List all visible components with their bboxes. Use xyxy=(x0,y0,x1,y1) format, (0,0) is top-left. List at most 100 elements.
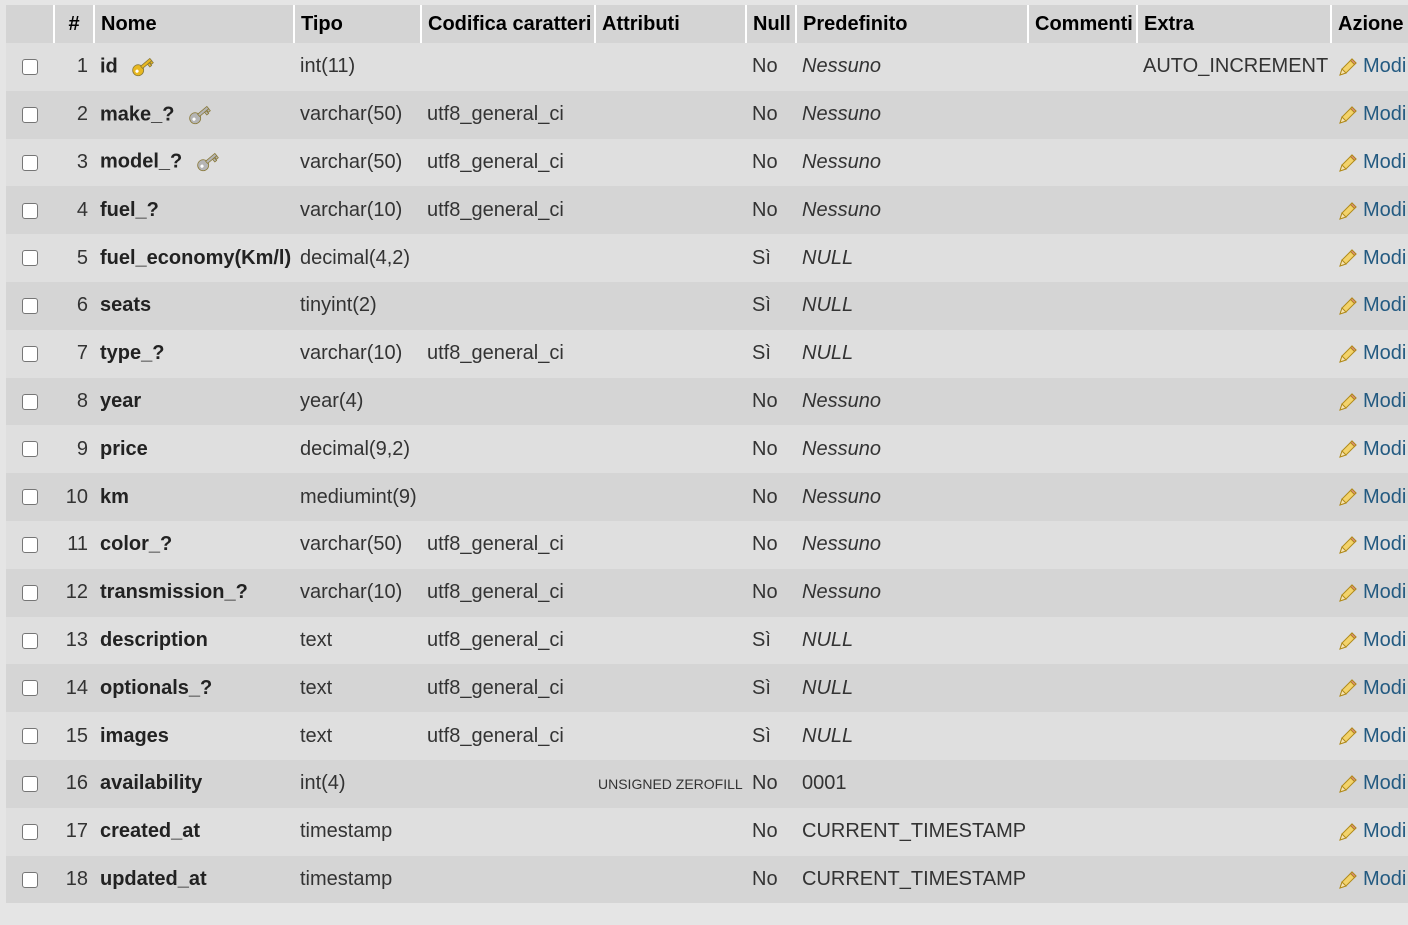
column-type: varchar(50) xyxy=(294,520,421,569)
modify-link[interactable]: Modi xyxy=(1337,533,1406,555)
header-comments[interactable]: Commenti xyxy=(1028,5,1138,43)
modify-label: Modi xyxy=(1363,628,1407,651)
column-null: Sì xyxy=(746,616,796,665)
modify-label: Modi xyxy=(1363,676,1407,699)
table-row: 3 model_? varchar(50) utf8_general_ci No… xyxy=(6,138,1408,187)
index-key-icon xyxy=(189,105,211,124)
column-collation xyxy=(421,807,595,856)
row-checkbox[interactable] xyxy=(22,632,38,649)
column-null: No xyxy=(746,425,796,474)
modify-label: Modi xyxy=(1363,820,1407,843)
column-collation xyxy=(421,377,595,426)
row-select-cell xyxy=(6,473,54,521)
row-checkbox[interactable] xyxy=(22,441,38,458)
column-name-cell: transmission_? xyxy=(94,568,294,617)
modify-link[interactable]: Modi xyxy=(1337,294,1406,316)
row-number: 7 xyxy=(54,329,94,378)
modify-link[interactable]: Modi xyxy=(1337,677,1406,699)
row-checkbox[interactable] xyxy=(22,393,38,410)
row-checkbox[interactable] xyxy=(22,202,38,219)
header-type[interactable]: Tipo xyxy=(294,5,422,43)
row-checkbox[interactable] xyxy=(22,537,38,554)
column-extra xyxy=(1137,616,1331,665)
row-number: 10 xyxy=(54,473,94,521)
column-attributes xyxy=(595,520,746,569)
column-null: No xyxy=(746,473,796,521)
column-null: No xyxy=(746,568,796,617)
modify-link[interactable]: Modi xyxy=(1337,868,1406,890)
row-number: 11 xyxy=(54,520,94,569)
modify-link[interactable]: Modi xyxy=(1337,772,1406,794)
column-name: fuel_economy(Km/l) xyxy=(100,246,292,269)
table-row: 18 updated_at timestamp No CURRENT_TIMES… xyxy=(6,855,1408,904)
column-default: Nessuno xyxy=(796,520,1028,569)
modify-link[interactable]: Modi xyxy=(1337,199,1406,221)
modify-link[interactable]: Modi xyxy=(1337,438,1406,460)
row-number: 4 xyxy=(54,186,94,235)
row-checkbox[interactable] xyxy=(22,489,38,506)
column-type: decimal(4,2) xyxy=(294,234,421,282)
column-extra xyxy=(1137,520,1331,569)
column-name-cell: availability xyxy=(94,759,294,808)
row-select-cell xyxy=(6,329,54,378)
column-name: fuel_? xyxy=(100,198,159,221)
column-type: text xyxy=(294,616,421,665)
modify-link[interactable]: Modi xyxy=(1337,820,1406,842)
header-null[interactable]: Null xyxy=(746,5,797,43)
header-attributes[interactable]: Attributi xyxy=(595,5,747,43)
pencil-icon xyxy=(1339,488,1357,507)
row-checkbox[interactable] xyxy=(22,154,38,171)
modify-link[interactable]: Modi xyxy=(1337,629,1406,651)
modify-link[interactable]: Modi xyxy=(1337,342,1406,364)
modify-link[interactable]: Modi xyxy=(1337,151,1406,173)
modify-link[interactable]: Modi xyxy=(1337,725,1406,747)
primary-key-icon xyxy=(132,57,155,77)
column-attributes xyxy=(595,329,746,378)
row-select-cell xyxy=(6,377,54,426)
row-checkbox[interactable] xyxy=(22,728,38,745)
column-default: Nessuno xyxy=(796,473,1028,521)
column-comments xyxy=(1028,281,1137,330)
column-type: timestamp xyxy=(294,807,421,856)
column-default: NULL xyxy=(796,712,1028,760)
column-default: Nessuno xyxy=(796,377,1028,426)
header-number[interactable]: # xyxy=(54,5,95,43)
column-name: optionals_? xyxy=(100,676,213,699)
row-select-cell xyxy=(6,664,54,713)
row-checkbox[interactable] xyxy=(22,106,38,123)
modify-link[interactable]: Modi xyxy=(1337,581,1406,603)
row-checkbox[interactable] xyxy=(22,345,38,362)
row-checkbox[interactable] xyxy=(22,776,38,793)
row-checkbox[interactable] xyxy=(22,298,38,315)
row-checkbox[interactable] xyxy=(22,823,38,840)
column-default: Nessuno xyxy=(796,186,1028,235)
action-cell: Modi xyxy=(1331,712,1408,760)
modify-link[interactable]: Modi xyxy=(1337,55,1406,77)
column-name: created_at xyxy=(100,820,201,843)
modify-link[interactable]: Modi xyxy=(1337,390,1406,412)
row-checkbox[interactable] xyxy=(22,584,38,601)
column-name: images xyxy=(100,724,169,747)
column-name: color_? xyxy=(100,533,173,556)
action-cell: Modi xyxy=(1331,807,1408,856)
modify-link[interactable]: Modi xyxy=(1337,486,1406,508)
column-collation: utf8_general_ci xyxy=(421,186,595,235)
header-default[interactable]: Predefinito xyxy=(796,5,1029,43)
header-name[interactable]: Nome xyxy=(94,5,295,43)
row-number: 8 xyxy=(54,377,94,426)
modify-link[interactable]: Modi xyxy=(1337,103,1406,125)
row-checkbox[interactable] xyxy=(22,680,38,697)
column-comments xyxy=(1028,759,1137,808)
row-checkbox[interactable] xyxy=(22,250,38,267)
pencil-icon xyxy=(1339,106,1357,124)
column-default: NULL xyxy=(796,664,1028,713)
row-checkbox[interactable] xyxy=(22,59,38,76)
row-checkbox[interactable] xyxy=(22,871,38,888)
header-action: Azione xyxy=(1331,5,1408,43)
pencil-icon xyxy=(1339,727,1357,746)
header-collation[interactable]: Codifica caratteri xyxy=(421,5,596,43)
column-collation xyxy=(421,425,595,474)
header-extra[interactable]: Extra xyxy=(1137,5,1332,43)
modify-link[interactable]: Modi xyxy=(1337,247,1406,269)
action-cell: Modi xyxy=(1331,90,1408,139)
